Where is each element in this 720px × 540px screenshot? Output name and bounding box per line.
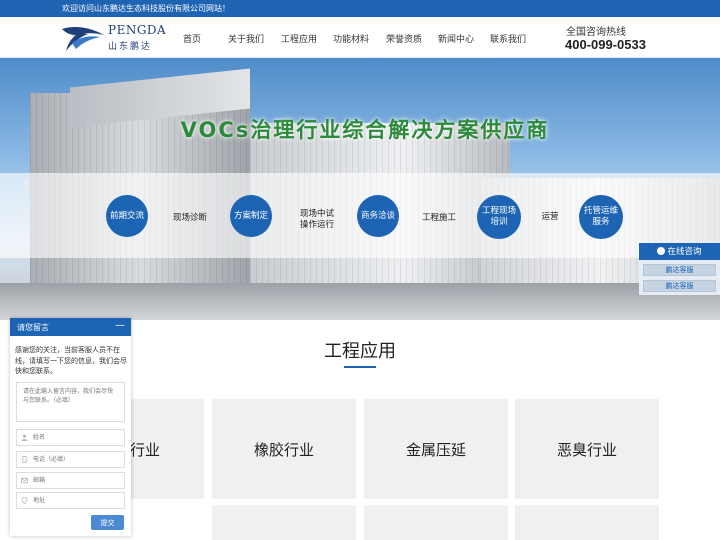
submit-button[interactable]: 提交	[91, 515, 124, 530]
card-row2-2[interactable]	[212, 505, 356, 540]
user-icon	[21, 434, 28, 441]
customer-service-button-1[interactable]: 鹏达客服	[643, 264, 716, 276]
step-managed-service: 托管运维 服务	[579, 195, 623, 239]
hotline-number[interactable]: 400-099-0533	[565, 37, 646, 52]
address-field[interactable]	[16, 492, 125, 509]
top-bar: 欢迎访问山东鹏达生态科技股份有限公司网站！	[0, 0, 720, 17]
consult-title: 在线咨询	[667, 247, 702, 257]
hotline-label: 全国咨询热线	[566, 27, 626, 38]
address-input[interactable]	[33, 495, 121, 506]
phone-icon	[22, 456, 27, 463]
card-row2-3[interactable]	[364, 505, 508, 540]
header: PENGDA 山东鹏达 首页 关于我们 工程应用 功能材料 荣誉资质 新闻中心 …	[0, 17, 720, 58]
card-metal-rolling[interactable]: 金属压延	[364, 399, 508, 499]
message-description: 感谢您的关注，当前客服人员不在线，请填写一下您的信息，我们会尽快和您联系。	[15, 346, 127, 375]
name-field[interactable]	[16, 429, 125, 446]
phone-input[interactable]	[33, 454, 121, 465]
banner-title: VOCs治理行业综合解决方案供应商	[180, 118, 550, 142]
logo-bird-icon	[62, 27, 104, 51]
step-negotiation: 商务洽谈	[357, 195, 399, 237]
nav-item-home[interactable]: 首页	[183, 32, 201, 45]
banner-next-arrow-icon[interactable]: ›	[688, 176, 702, 190]
mail-icon	[21, 477, 28, 484]
name-input[interactable]	[33, 432, 121, 443]
nav-item-engineering[interactable]: 工程应用	[281, 32, 317, 45]
message-header: 请您留言 —	[10, 318, 131, 336]
banner-prev-arrow-icon[interactable]: ‹	[24, 176, 38, 190]
card-row2-4[interactable]	[515, 505, 659, 540]
chat-icon	[657, 247, 666, 255]
hero-banner: VOCs治理行业综合解决方案供应商 ‹ › 前期交流 现场诊断 方案制定 现场中…	[0, 58, 720, 320]
step-operation: 运营	[541, 212, 559, 222]
nav-item-materials[interactable]: 功能材料	[333, 32, 369, 45]
consult-header[interactable]: 在线咨询	[639, 245, 720, 260]
location-icon	[21, 497, 28, 504]
phone-field[interactable]	[16, 451, 125, 468]
welcome-text: 欢迎访问山东鹏达生态科技股份有限公司网站！	[62, 4, 230, 13]
card-odor-industry[interactable]: 恶臭行业	[515, 399, 659, 499]
message-title: 请您留言	[17, 323, 49, 332]
email-field[interactable]	[16, 472, 125, 489]
nav-item-honors[interactable]: 荣誉资质	[386, 32, 422, 45]
minimize-icon[interactable]: —	[115, 320, 125, 331]
nav-item-news[interactable]: 新闻中心	[438, 32, 474, 45]
ground-image	[0, 283, 720, 320]
step-preliminary: 前期交流	[106, 195, 148, 237]
step-pilot: 现场中试 操作运行	[299, 209, 334, 230]
message-textarea[interactable]	[16, 382, 125, 422]
step-training: 工程现场 培训	[477, 195, 521, 239]
online-consult-widget: 在线咨询 鹏达客服 鹏达客服	[639, 243, 720, 295]
leave-message-panel: 请您留言 — 感谢您的关注，当前客服人员不在线，请填写一下您的信息，我们会尽快和…	[10, 318, 131, 536]
logo-english-text: PENGDA	[108, 23, 167, 37]
nav-item-contact[interactable]: 联系我们	[490, 32, 526, 45]
nav-item-about[interactable]: 关于我们	[228, 32, 264, 45]
step-construction: 工程施工	[421, 213, 456, 223]
step-plan: 方案制定	[230, 195, 272, 237]
card-rubber-industry[interactable]: 橡胶行业	[212, 399, 356, 499]
section-divider	[344, 366, 376, 368]
logo[interactable]: PENGDA 山东鹏达	[60, 21, 170, 54]
logo-chinese-text: 山东鹏达	[108, 42, 153, 52]
email-input[interactable]	[33, 475, 121, 486]
customer-service-button-2[interactable]: 鹏达客服	[643, 280, 716, 292]
step-diagnosis: 现场诊断	[172, 213, 207, 223]
